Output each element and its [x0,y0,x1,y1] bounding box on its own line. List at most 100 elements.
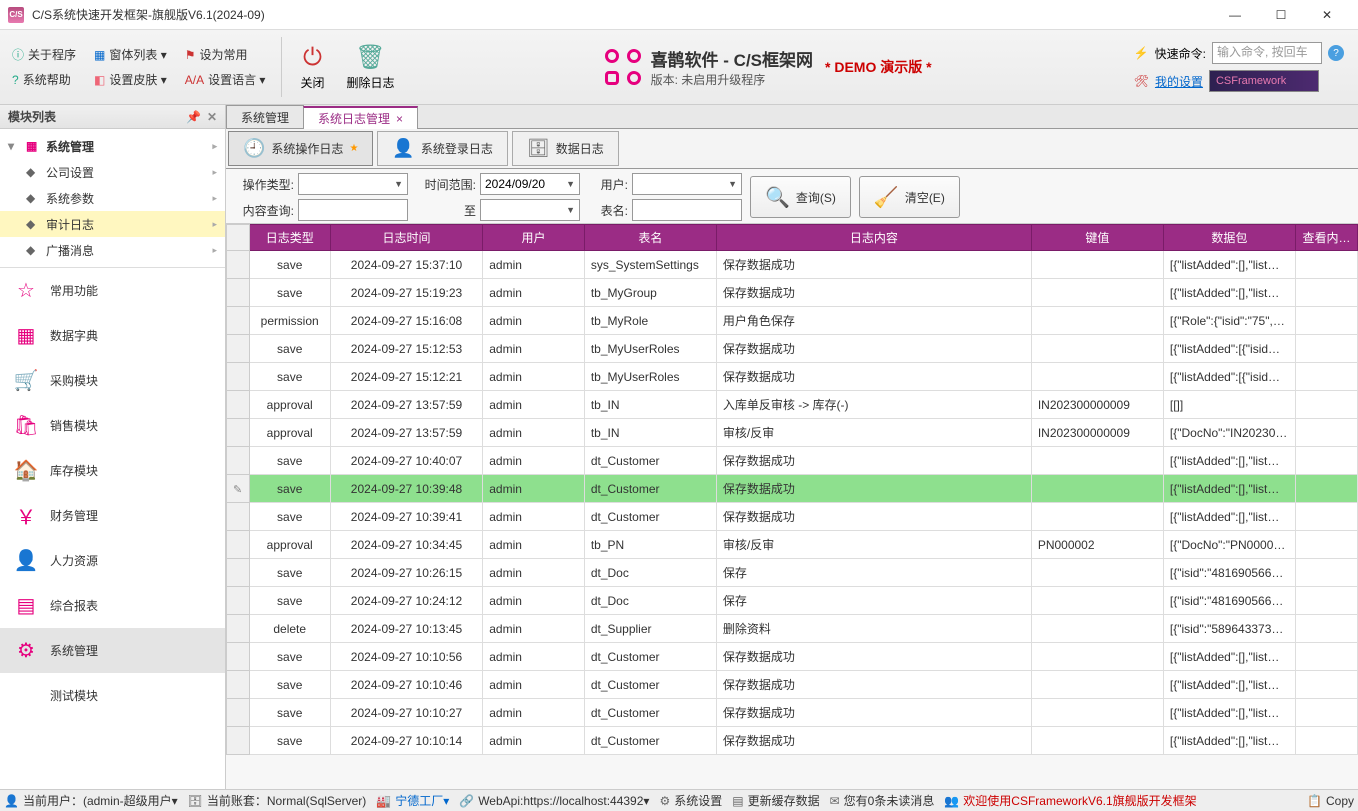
module-nav: ☆常用功能▦数据字典🛒采购模块🛍销售模块🏠库存模块￥财务管理👤人力资源▤综合报表… [0,268,225,789]
nav-module[interactable]: 测试模块 [0,673,225,718]
table-row[interactable]: save2024-09-27 15:12:53admintb_MyUserRol… [227,335,1358,363]
sidebar-header: 模块列表 📌✕ [0,105,225,129]
subtab-icon: 🗄 [527,138,550,159]
nav-module[interactable]: ☆常用功能 [0,268,225,313]
window-title: C/S系统快速开发框架-旗舰版V6.1(2024-09) [32,6,1212,23]
sidebar: 模块列表 📌✕ ▾▦系统管理▸◆公司设置▸◆系统参数▸◆审计日志▸◆广播消息▸ … [0,105,226,789]
status-webapi[interactable]: 🔗WebApi:https://localhost:44392▾ [459,794,649,808]
table-row[interactable]: approval2024-09-27 13:57:59admintb_IN审核/… [227,419,1358,447]
subtab[interactable]: 🗄数据日志 [512,131,619,166]
table-label: 表名: [588,202,628,219]
tree-item[interactable]: ◆广播消息▸ [0,237,225,263]
tab[interactable]: 系统日志管理× [303,106,418,129]
table-row[interactable]: save2024-09-27 15:12:21admintb_MyUserRol… [227,363,1358,391]
delete-icon: 🗑 [355,43,385,72]
tab[interactable]: 系统管理 [226,105,304,128]
table-row[interactable]: save2024-09-27 10:10:56admindt_Customer保… [227,643,1358,671]
minimize-button[interactable]: — [1212,0,1258,30]
delete-log-button[interactable]: 🗑 删除日志 [338,43,402,91]
status-copy[interactable]: 📋Copy [1307,794,1354,808]
status-sysset[interactable]: ⚙系统设置 [659,792,722,809]
close-window-button[interactable]: ✕ [1304,0,1350,30]
set-language-button[interactable]: A/A设置语言 ▾ [179,69,272,90]
status-user[interactable]: 👤当前用户：(admin-超级用户▾ [4,792,178,809]
titlebar: C/S C/S系统快速开发框架-旗舰版V6.1(2024-09) — ☐ ✕ [0,0,1358,30]
table-row[interactable]: approval2024-09-27 10:34:45admintb_PN审核/… [227,531,1358,559]
content-input[interactable] [298,199,408,221]
close-button[interactable]: ⏻ 关闭 [292,44,332,91]
tree-item[interactable]: ◆系统参数▸ [0,185,225,211]
demo-label: * DEMO 演示版 * [825,57,932,77]
nav-module[interactable]: 👤人力资源 [0,538,225,583]
table-row[interactable]: save2024-09-27 10:24:12admindt_Doc保存[{"i… [227,587,1358,615]
app-icon: C/S [8,7,24,23]
module-icon: 🏠 [14,459,38,483]
status-unread[interactable]: ✉您有0条未读消息 [830,792,935,809]
nav-module[interactable]: 🛒采购模块 [0,358,225,403]
table-row[interactable]: delete2024-09-27 10:13:45admindt_Supplie… [227,615,1358,643]
nav-module[interactable]: ▤综合报表 [0,583,225,628]
nav-module[interactable]: ⚙系统管理 [0,628,225,673]
window-list-button[interactable]: ▦窗体列表 ▾ [88,44,173,65]
lightning-icon: ⚡ [1134,46,1149,60]
brand-title: 喜鹊软件 - C/S框架网 [651,46,813,71]
main-tabs: 系统管理系统日志管理× [226,105,1358,129]
table-row[interactable]: approval2024-09-27 13:57:59admintb_IN入库单… [227,391,1358,419]
data-grid[interactable]: 日志类型日志时间用户表名日志内容键值数据包查看内…save2024-09-27 … [226,224,1358,789]
filter-bar: 操作类型: ▼ 内容查询: 时间范围: 2024/09/20▼ 至 ▼ [226,169,1358,224]
table-row[interactable]: save2024-09-27 10:10:46admindt_Customer保… [227,671,1358,699]
module-tree: ▾▦系统管理▸◆公司设置▸◆系统参数▸◆审计日志▸◆广播消息▸ [0,129,225,268]
tools-icon: 🛠 [1134,74,1149,88]
my-settings-link[interactable]: 我的设置 [1155,73,1203,90]
search-button[interactable]: 🔍查询(S) [750,176,851,218]
tree-item[interactable]: ◆审计日志▸ [0,211,225,237]
csframework-banner[interactable]: CSFramework [1209,70,1319,92]
table-row[interactable]: save2024-09-27 10:10:27admindt_Customer保… [227,699,1358,727]
subtab[interactable]: 🕘系统操作日志★ [228,131,373,166]
optype-select[interactable]: ▼ [298,173,408,195]
table-row[interactable]: save2024-09-27 15:19:23admintb_MyGroup保存… [227,279,1358,307]
table-row[interactable]: save2024-09-27 10:26:15admindt_Doc保存[{"i… [227,559,1358,587]
user-select[interactable]: ▼ [632,173,742,195]
table-row[interactable]: save2024-09-27 10:10:14admindt_Customer保… [227,727,1358,755]
command-input[interactable]: 输入命令, 按回车 [1212,42,1322,64]
system-help-button[interactable]: ?系统帮助 [6,69,82,90]
nav-module[interactable]: 🛍销售模块 [0,403,225,448]
content-label: 内容查询: [234,202,294,219]
clear-button[interactable]: 🧹清空(E) [859,176,960,218]
quickcmd-label: 快速命令: [1155,45,1206,62]
close-panel-icon[interactable]: ✕ [207,110,217,124]
eraser-icon: 🧹 [874,185,899,210]
maximize-button[interactable]: ☐ [1258,0,1304,30]
module-icon: ▤ [14,594,38,618]
tab-close-icon[interactable]: × [396,112,403,126]
content-area: 系统管理系统日志管理× 🕘系统操作日志★👤系统登录日志🗄数据日志 操作类型: ▼… [226,105,1358,789]
sub-tabs: 🕘系统操作日志★👤系统登录日志🗄数据日志 [226,129,1358,169]
optype-label: 操作类型: [234,176,294,193]
subtab[interactable]: 👤系统登录日志 [377,131,507,166]
module-icon: ☆ [14,279,38,303]
status-updatecache[interactable]: ▤更新缓存数据 [732,792,819,809]
table-input[interactable] [632,199,742,221]
module-icon: ￥ [14,504,38,528]
tree-item[interactable]: ◆公司设置▸ [0,159,225,185]
date-to-input[interactable]: ▼ [480,199,580,221]
status-account: 🗄当前账套：Normal(SqlServer) [188,792,367,809]
nav-module[interactable]: 🏠库存模块 [0,448,225,493]
table-row[interactable]: ✎save2024-09-27 10:39:48admindt_Customer… [227,475,1358,503]
table-row[interactable]: save2024-09-27 10:39:41admindt_Customer保… [227,503,1358,531]
table-row[interactable]: save2024-09-27 10:40:07admindt_Customer保… [227,447,1358,475]
tree-root[interactable]: ▾▦系统管理▸ [0,133,225,159]
pin-icon[interactable]: 📌 [186,110,201,124]
set-skin-button[interactable]: ◧设置皮肤 ▾ [88,69,173,90]
about-button[interactable]: ⓘ关于程序 [6,44,82,65]
status-factory[interactable]: 🏭宁德工厂▾ [376,792,449,809]
subtab-icon: 👤 [392,138,414,159]
date-from-input[interactable]: 2024/09/20▼ [480,173,580,195]
set-common-button[interactable]: ⚑设为常用 [179,44,272,65]
table-row[interactable]: permission2024-09-27 15:16:08admintb_MyR… [227,307,1358,335]
help-icon[interactable]: ? [1328,45,1344,61]
nav-module[interactable]: ￥财务管理 [0,493,225,538]
table-row[interactable]: save2024-09-27 15:37:10adminsys_SystemSe… [227,251,1358,279]
nav-module[interactable]: ▦数据字典 [0,313,225,358]
